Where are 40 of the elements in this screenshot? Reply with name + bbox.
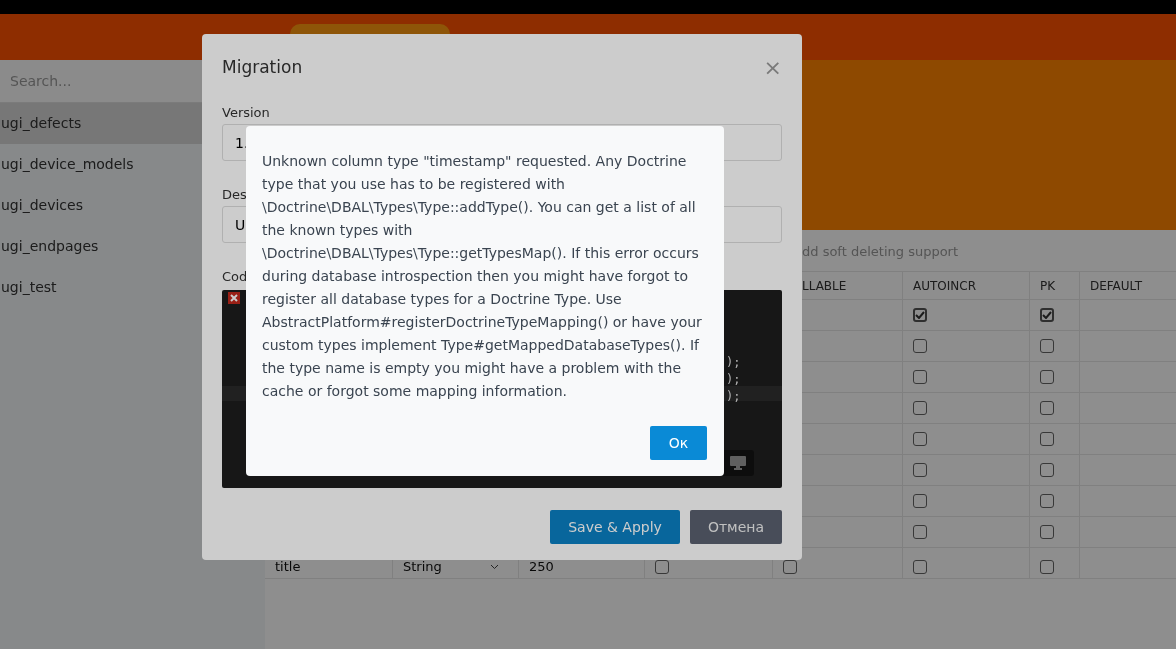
save-button[interactable]: Save & Apply <box>550 510 680 544</box>
column-header: LLABLE <box>802 278 847 293</box>
checkbox[interactable] <box>913 308 927 322</box>
code-line: ); <box>726 354 741 371</box>
close-button[interactable]: × <box>763 54 782 80</box>
checkbox[interactable] <box>1040 560 1054 574</box>
checkbox[interactable] <box>913 339 927 353</box>
preview-button[interactable] <box>722 450 754 476</box>
code-line: ); <box>726 371 741 388</box>
error-message: Unknown column type "timestamp" requested. Any Doctrine type that you use has to be registered with \Doctrine\DBAL\Types\Type::addType(). You can get a list of all the known types with \Doctrine\DBAL\Types\Type::getTypesMap(). If this error occurs during database introspection then you might have forgot to register all database types for a Doctrine Type. Use AbstractPlatform#registerDoctrineTypeMapping() or have your custom types implement Type#getMappedDatabaseTypes(). If the type name is empty you might have a problem with the cache or forgot some mapping information. <box>262 152 703 401</box>
checkbox[interactable] <box>1040 370 1054 384</box>
checkbox[interactable] <box>913 432 927 446</box>
checkbox[interactable] <box>913 401 927 415</box>
table-description: dd soft deleting support <box>802 243 959 261</box>
error-icon <box>228 292 240 304</box>
field-label: Des <box>222 186 247 204</box>
code-line: ); <box>726 388 741 405</box>
column-header: PK <box>1040 278 1056 293</box>
checkbox[interactable] <box>1040 463 1054 477</box>
checkbox[interactable] <box>1040 432 1054 446</box>
length-value: 250 <box>529 559 554 574</box>
field-label: Cod <box>222 268 248 286</box>
checkbox[interactable] <box>913 525 927 539</box>
column-header: DEFAULT <box>1090 278 1142 293</box>
monitor-icon <box>730 456 746 470</box>
checkbox[interactable] <box>1040 401 1054 415</box>
checkbox[interactable] <box>1040 525 1054 539</box>
checkbox[interactable] <box>913 463 927 477</box>
ok-button[interactable]: Ок <box>650 426 707 460</box>
column-header: AUTOINCR <box>913 278 976 293</box>
cancel-button[interactable]: Отмена <box>689 510 782 544</box>
checkbox[interactable] <box>1040 339 1054 353</box>
checkbox[interactable] <box>1040 308 1054 322</box>
type-select[interactable]: String <box>403 559 499 574</box>
checkbox[interactable] <box>1040 494 1054 508</box>
checkbox[interactable] <box>913 560 927 574</box>
column-name: title <box>275 559 301 574</box>
chevron-icon <box>489 563 499 570</box>
checkbox[interactable] <box>913 494 927 508</box>
checkbox[interactable] <box>913 370 927 384</box>
